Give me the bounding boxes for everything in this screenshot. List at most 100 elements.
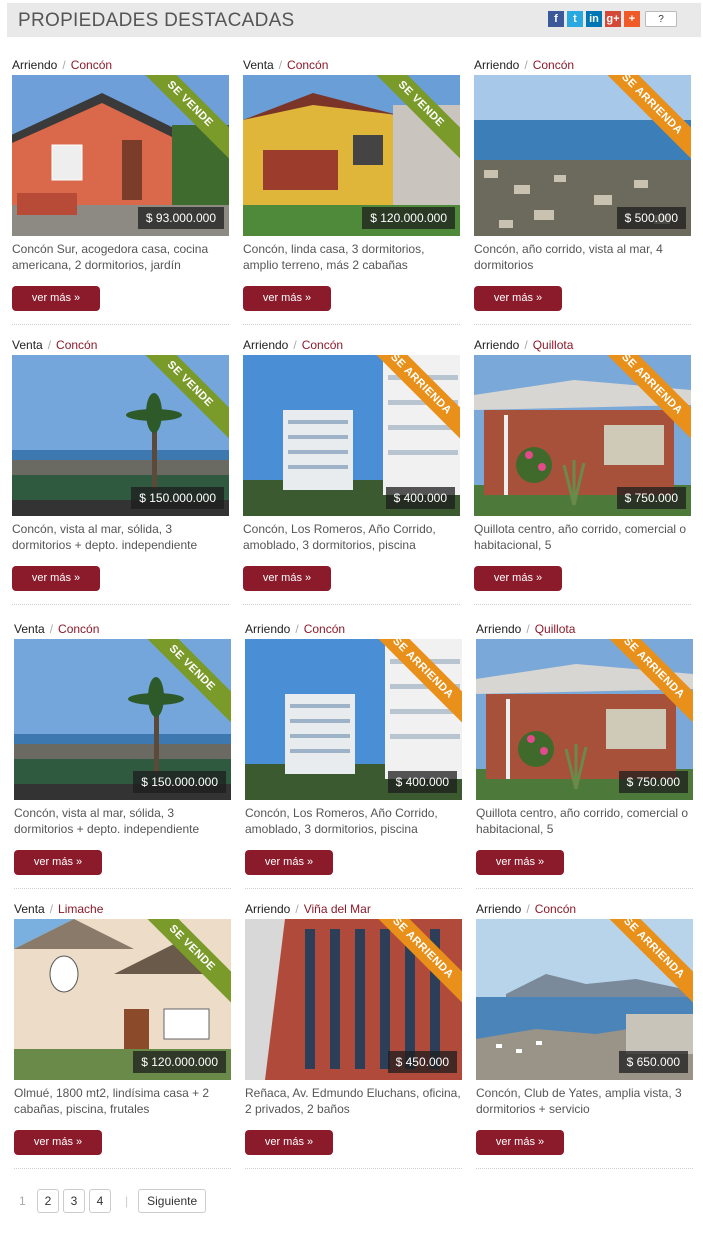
listing-type: Venta bbox=[243, 58, 274, 72]
section-header: PROPIEDADES DESTACADAS f t in g+ +? bbox=[7, 3, 701, 37]
property-card: Arriendo / Concón SE VENDE $ 93.000.000 Co… bbox=[12, 58, 229, 325]
meta-separator: / bbox=[526, 622, 530, 636]
property-photo[interactable]: SE VENDE $ 150.000.000 bbox=[14, 639, 231, 800]
property-photo[interactable]: SE ARRIENDA $ 400.000 bbox=[245, 639, 462, 800]
card-divider bbox=[474, 324, 691, 325]
property-card: Arriendo / Concón SE ARRIENDA $ 500.000 Co… bbox=[474, 58, 691, 325]
property-meta: Venta / Concón bbox=[14, 622, 231, 637]
property-description[interactable]: Quillota centro, año corrido, comercial … bbox=[474, 521, 691, 553]
property-photo[interactable]: SE VENDE $ 150.000.000 bbox=[12, 355, 229, 516]
location-link[interactable]: Concón bbox=[535, 902, 576, 916]
property-description[interactable]: Concón, vista al mar, sólida, 3 dormitor… bbox=[14, 805, 231, 837]
property-card: Arriendo / Concón SE ARRIENDA $ 650.000 Co… bbox=[476, 902, 693, 1169]
property-meta: Arriendo / Quillota bbox=[474, 338, 691, 353]
property-photo[interactable]: SE VENDE $ 93.000.000 bbox=[12, 75, 229, 236]
facebook-icon[interactable]: f bbox=[548, 11, 564, 27]
property-photo[interactable]: SE VENDE $ 120.000.000 bbox=[14, 919, 231, 1080]
meta-separator: / bbox=[524, 338, 528, 352]
property-photo[interactable]: SE ARRIENDA $ 750.000 bbox=[474, 355, 691, 516]
view-more-button[interactable]: ver más » bbox=[12, 566, 100, 591]
listing-type: Arriendo bbox=[245, 622, 291, 636]
price-tag: $ 750.000 bbox=[616, 487, 686, 509]
next-page-button[interactable]: Siguiente bbox=[138, 1189, 207, 1213]
listing-type: Arriendo bbox=[476, 902, 522, 916]
price-tag: $ 120.000.000 bbox=[362, 207, 455, 229]
page-link-3[interactable]: 3 bbox=[63, 1189, 85, 1213]
listing-type: Arriendo bbox=[474, 58, 520, 72]
property-description[interactable]: Olmué, 1800 mt2, lindísima casa + 2 caba… bbox=[14, 1085, 231, 1117]
view-more-button[interactable]: ver más » bbox=[14, 1130, 102, 1155]
location-link[interactable]: Quillota bbox=[535, 622, 576, 636]
property-description[interactable]: Concón, Los Romeros, Año Corrido, amobla… bbox=[245, 805, 462, 837]
location-link[interactable]: Viña del Mar bbox=[304, 902, 371, 916]
property-description[interactable]: Concón, linda casa, 3 dormitorios, ampli… bbox=[243, 241, 460, 273]
meta-separator: / bbox=[526, 902, 530, 916]
linkedin-icon[interactable]: in bbox=[586, 11, 602, 27]
location-link[interactable]: Limache bbox=[58, 902, 103, 916]
property-meta: Venta / Concón bbox=[243, 58, 460, 73]
property-card: Venta / Concón SE VENDE $ 150.000.000 Conc… bbox=[12, 338, 229, 605]
card-divider bbox=[476, 1168, 693, 1169]
price-tag: $ 500.000 bbox=[616, 207, 686, 229]
property-card: Venta / Concón SE VENDE $ 120.000.000 Conc… bbox=[243, 58, 460, 325]
view-more-button[interactable]: ver más » bbox=[12, 286, 100, 311]
googleplus-icon[interactable]: g+ bbox=[605, 11, 621, 27]
price-tag: $ 400.000 bbox=[385, 487, 455, 509]
view-more-button[interactable]: ver más » bbox=[476, 1130, 564, 1155]
page-link-4[interactable]: 4 bbox=[89, 1189, 111, 1213]
page-link-2[interactable]: 2 bbox=[37, 1189, 59, 1213]
property-description[interactable]: Concón, vista al mar, sólida, 3 dormitor… bbox=[12, 521, 229, 553]
property-photo[interactable]: SE ARRIENDA $ 450.000 bbox=[245, 919, 462, 1080]
meta-separator: / bbox=[295, 622, 299, 636]
location-link[interactable]: Concón bbox=[287, 58, 328, 72]
meta-separator: / bbox=[49, 902, 54, 916]
property-description[interactable]: Quillota centro, año corrido, comercial … bbox=[476, 805, 693, 837]
meta-separator: / bbox=[49, 622, 54, 636]
property-description[interactable]: Concón, año corrido, vista al mar, 4 dor… bbox=[474, 241, 691, 273]
property-description[interactable]: Concón, Los Romeros, Año Corrido, amobla… bbox=[243, 521, 460, 553]
property-meta: Venta / Limache bbox=[14, 902, 231, 917]
location-link[interactable]: Quillota bbox=[533, 338, 574, 352]
view-more-button[interactable]: ver más » bbox=[474, 286, 562, 311]
listing-type: Arriendo bbox=[12, 58, 58, 72]
location-link[interactable]: Concón bbox=[58, 622, 99, 636]
pager-divider: | bbox=[125, 1194, 129, 1208]
property-card: Arriendo / Concón SE ARRIENDA $ 400.000 Co… bbox=[243, 338, 460, 605]
property-description[interactable]: Concón, Club de Yates, amplia vista, 3 d… bbox=[476, 1085, 693, 1117]
property-photo[interactable]: SE ARRIENDA $ 750.000 bbox=[476, 639, 693, 800]
location-link[interactable]: Concón bbox=[304, 622, 345, 636]
property-meta: Venta / Concón bbox=[12, 338, 229, 353]
property-description[interactable]: Concón Sur, acogedora casa, cocina ameri… bbox=[12, 241, 229, 273]
location-link[interactable]: Concón bbox=[533, 58, 574, 72]
meta-separator: / bbox=[62, 58, 66, 72]
view-more-button[interactable]: ver más » bbox=[245, 850, 333, 875]
card-divider bbox=[12, 324, 229, 325]
property-photo[interactable]: SE ARRIENDA $ 650.000 bbox=[476, 919, 693, 1080]
share-count: ? bbox=[645, 11, 677, 27]
card-divider bbox=[245, 1168, 462, 1169]
price-tag: $ 450.000 bbox=[387, 1051, 457, 1073]
location-link[interactable]: Concón bbox=[71, 58, 112, 72]
property-description[interactable]: Reñaca, Av. Edmundo Eluchans, oficina, 2… bbox=[245, 1085, 462, 1117]
location-link[interactable]: Concón bbox=[302, 338, 343, 352]
meta-separator: / bbox=[293, 338, 297, 352]
twitter-icon[interactable]: t bbox=[567, 11, 583, 27]
view-more-button[interactable]: ver más » bbox=[243, 286, 331, 311]
property-meta: Arriendo / Concón bbox=[12, 58, 229, 73]
card-divider bbox=[476, 888, 693, 889]
view-more-button[interactable]: ver más » bbox=[243, 566, 331, 591]
listing-type: Arriendo bbox=[243, 338, 289, 352]
property-photo[interactable]: SE ARRIENDA $ 400.000 bbox=[243, 355, 460, 516]
property-meta: Arriendo / Concón bbox=[245, 622, 462, 637]
view-more-button[interactable]: ver más » bbox=[14, 850, 102, 875]
view-more-button[interactable]: ver más » bbox=[245, 1130, 333, 1155]
view-more-button[interactable]: ver más » bbox=[476, 850, 564, 875]
property-photo[interactable]: SE VENDE $ 120.000.000 bbox=[243, 75, 460, 236]
price-tag: $ 150.000.000 bbox=[133, 771, 226, 793]
addthis-icon[interactable]: + bbox=[624, 11, 640, 27]
card-divider bbox=[245, 888, 462, 889]
view-more-button[interactable]: ver más » bbox=[474, 566, 562, 591]
property-meta: Arriendo / Concón bbox=[243, 338, 460, 353]
property-photo[interactable]: SE ARRIENDA $ 500.000 bbox=[474, 75, 691, 236]
location-link[interactable]: Concón bbox=[56, 338, 97, 352]
